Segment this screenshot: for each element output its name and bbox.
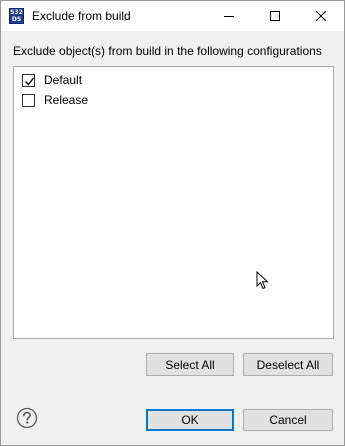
window-title: Exclude from build (32, 9, 131, 23)
minimize-button[interactable] (206, 1, 252, 31)
checkmark-icon (25, 77, 35, 86)
ok-button[interactable]: OK (146, 409, 234, 431)
maximize-button[interactable] (252, 1, 298, 31)
close-button[interactable] (298, 1, 344, 31)
maximize-icon (270, 11, 280, 21)
mouse-pointer-icon (256, 270, 270, 294)
checkbox-default[interactable] (22, 73, 35, 87)
help-button[interactable] (16, 407, 38, 429)
config-label: Release (44, 93, 89, 107)
app-icon: S32 DS (9, 8, 24, 24)
select-all-button[interactable]: Select All (146, 353, 234, 376)
cancel-button[interactable]: Cancel (243, 409, 333, 431)
config-label: Default (44, 73, 83, 87)
deselect-all-button[interactable]: Deselect All (243, 353, 333, 376)
minimize-icon (224, 16, 234, 17)
title-bar[interactable]: S32 DS Exclude from build (1, 1, 344, 31)
help-icon (16, 407, 38, 429)
configuration-list[interactable]: Default Release (13, 66, 334, 339)
checkbox-release[interactable] (22, 93, 35, 107)
list-item-release[interactable]: Release (22, 91, 88, 109)
exclude-from-build-dialog: S32 DS Exclude from build Exclude object… (0, 0, 345, 446)
close-icon (316, 11, 326, 21)
list-item-default[interactable]: Default (22, 71, 82, 89)
instruction-label: Exclude object(s) from build in the foll… (13, 44, 322, 58)
